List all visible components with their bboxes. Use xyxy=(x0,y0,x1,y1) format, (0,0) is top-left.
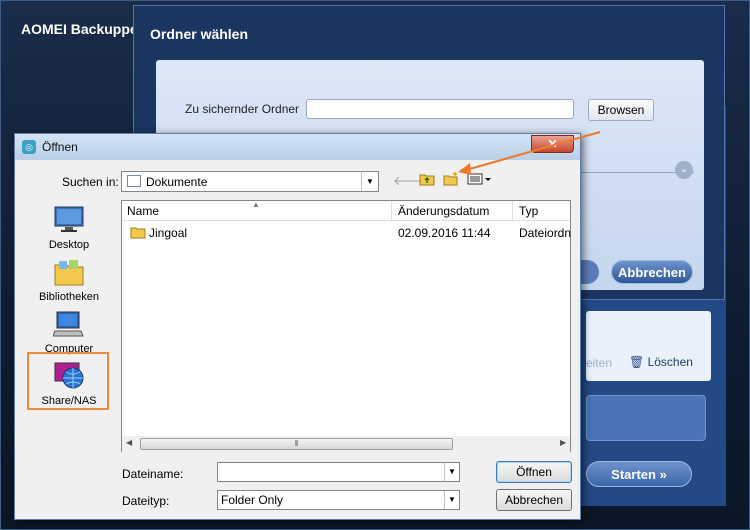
annotation-arrow-icon xyxy=(458,131,601,175)
